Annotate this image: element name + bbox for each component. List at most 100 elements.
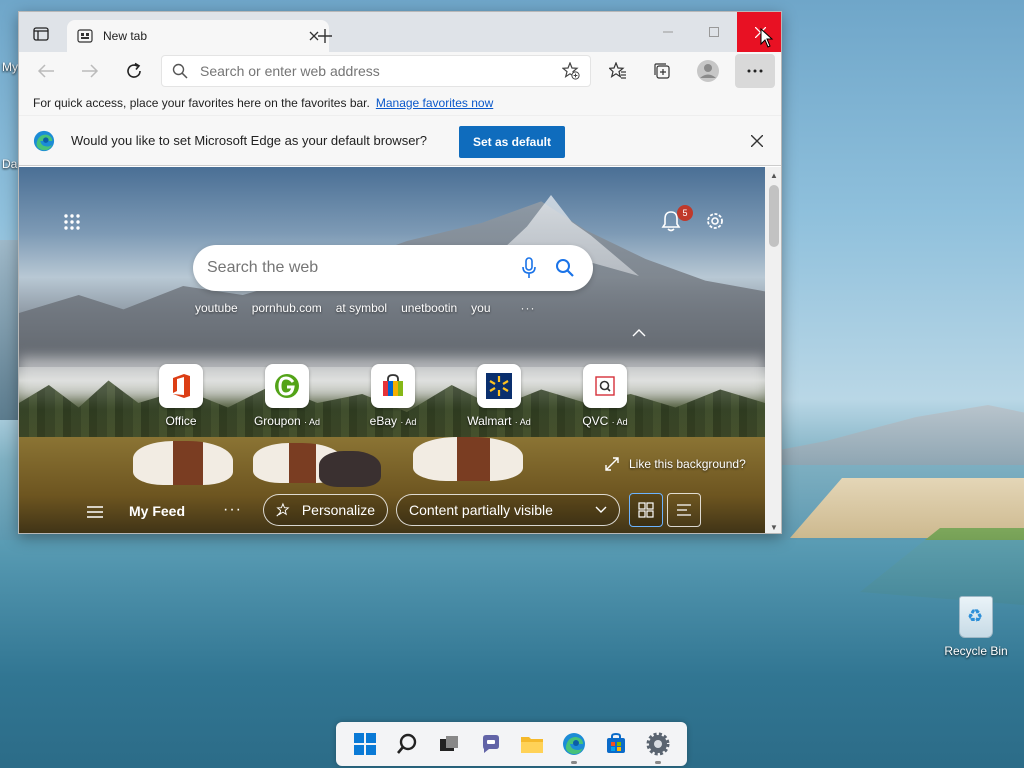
- tile-label: eBay: [369, 414, 397, 428]
- taskbar: [336, 722, 687, 766]
- chevron-down-icon: [595, 506, 607, 513]
- file-explorer-button[interactable]: [516, 728, 548, 760]
- feed-more-button[interactable]: ···: [223, 501, 242, 519]
- favorites-bar-hint: For quick access, place your favorites h…: [33, 95, 370, 110]
- tile-label: Office: [165, 414, 197, 428]
- feed-menu-button[interactable]: [85, 503, 105, 521]
- recent-searches-more-button[interactable]: ···: [521, 301, 536, 315]
- web-search-box[interactable]: [193, 245, 593, 291]
- background-horse: [133, 441, 233, 485]
- ebay-icon: [371, 364, 415, 408]
- edge-icon: [563, 733, 586, 755]
- quick-link-walmart[interactable]: Walmart · Ad: [461, 364, 537, 428]
- profile-button[interactable]: [693, 57, 723, 85]
- collections-button[interactable]: [647, 57, 677, 85]
- refresh-icon: [127, 62, 141, 78]
- recent-search-item[interactable]: at symbol: [336, 301, 387, 315]
- grid-view-button[interactable]: [629, 493, 663, 527]
- recycle-bin-shortcut[interactable]: ♻ Recycle Bin: [940, 596, 1012, 658]
- forward-arrow-icon: [82, 64, 99, 78]
- office-icon: [159, 364, 203, 408]
- settings-and-more-button[interactable]: [735, 54, 775, 88]
- scrollbar-thumb[interactable]: [769, 185, 779, 247]
- like-background-button[interactable]: Like this background?: [605, 457, 746, 471]
- web-search-input[interactable]: [207, 259, 507, 277]
- my-feed-tab[interactable]: My Feed: [129, 503, 185, 519]
- expand-arrows-icon: [605, 457, 619, 471]
- new-tab-page: 5 youtube pornhub.com at symbol unetboot…: [19, 167, 765, 533]
- teams-chat-button[interactable]: [475, 728, 507, 760]
- ad-marker: · Ad: [514, 417, 531, 427]
- desktop-icon-label[interactable]: Da: [2, 157, 17, 171]
- recycle-bin-label: Recycle Bin: [944, 644, 1008, 658]
- edge-taskbar-button[interactable]: [558, 728, 590, 764]
- scroll-down-arrow-icon[interactable]: ▼: [769, 522, 779, 532]
- scroll-up-arrow-icon[interactable]: ▲: [769, 170, 779, 180]
- dismiss-infobar-button[interactable]: [747, 131, 767, 151]
- tab-new-tab[interactable]: New tab: [67, 20, 329, 52]
- search-icon: [172, 63, 188, 79]
- more-horizontal-icon: [747, 69, 763, 73]
- notification-count-badge: 5: [677, 205, 693, 221]
- minimize-button[interactable]: [645, 12, 691, 52]
- new-tab-button[interactable]: [311, 22, 339, 50]
- quick-link-qvc[interactable]: QVC · Ad: [567, 364, 643, 428]
- recent-searches: youtube pornhub.com at symbol unetbootin…: [195, 301, 536, 315]
- favorites-bar: For quick access, place your favorites h…: [19, 90, 781, 116]
- content-visibility-dropdown[interactable]: Content partially visible: [396, 494, 620, 526]
- navigation-toolbar: [19, 52, 781, 90]
- list-view-button[interactable]: [667, 493, 701, 527]
- recycle-bin-icon: ♻: [959, 596, 993, 638]
- minimize-icon: [663, 31, 673, 33]
- back-button[interactable]: [31, 57, 61, 85]
- refresh-button[interactable]: [119, 57, 149, 85]
- quick-link-office[interactable]: Office: [143, 364, 219, 428]
- manage-favorites-link[interactable]: Manage favorites now: [376, 96, 493, 110]
- feed-bar: My Feed ··· Personalize Content partiall…: [19, 489, 765, 533]
- task-view-button[interactable]: [433, 728, 465, 760]
- recent-search-item[interactable]: pornhub.com: [252, 301, 322, 315]
- default-browser-infobar: Would you like to set Microsoft Edge as …: [19, 116, 781, 166]
- qvc-icon: [583, 364, 627, 408]
- tab-title: New tab: [103, 29, 148, 43]
- personalize-button[interactable]: Personalize: [263, 494, 388, 526]
- web-search-submit-button[interactable]: [551, 254, 579, 282]
- taskbar-search-button[interactable]: [391, 728, 423, 760]
- content-visibility-label: Content partially visible: [409, 502, 553, 518]
- wallpaper-left-edge: [0, 240, 20, 420]
- quick-link-groupon[interactable]: Groupon · Ad: [249, 364, 325, 428]
- start-button[interactable]: [349, 728, 381, 760]
- recent-search-item[interactable]: youtube: [195, 301, 238, 315]
- store-button[interactable]: [600, 728, 632, 760]
- page-scrollbar[interactable]: ▲ ▼: [765, 167, 781, 533]
- background-horse: [319, 451, 381, 487]
- voice-search-button[interactable]: [515, 254, 543, 282]
- favorites-button[interactable]: [603, 57, 633, 85]
- close-icon: [751, 135, 763, 147]
- recent-search-item[interactable]: unetbootin: [401, 301, 457, 315]
- search-icon: [556, 259, 574, 277]
- quick-link-ebay[interactable]: eBay · Ad: [355, 364, 431, 428]
- tab-actions-button[interactable]: [27, 21, 55, 47]
- tab-actions-icon: [33, 27, 49, 41]
- app-grid-icon: [64, 214, 80, 230]
- settings-taskbar-button[interactable]: [642, 728, 674, 764]
- like-background-label: Like this background?: [629, 457, 746, 471]
- app-launcher-button[interactable]: [61, 211, 83, 233]
- microphone-icon: [522, 257, 536, 278]
- edge-logo-icon: [33, 130, 55, 151]
- background-horse: [413, 437, 523, 481]
- mouse-cursor-icon: [760, 28, 774, 48]
- set-as-default-button[interactable]: Set as default: [459, 126, 565, 158]
- address-input[interactable]: [200, 63, 562, 79]
- desktop-icon-label[interactable]: My: [2, 60, 18, 74]
- maximize-button[interactable]: [691, 12, 737, 52]
- address-bar[interactable]: [161, 55, 591, 87]
- page-settings-button[interactable]: [703, 209, 727, 233]
- collections-icon: [654, 63, 670, 79]
- recent-search-item[interactable]: you: [471, 301, 490, 315]
- add-favorite-icon[interactable]: [562, 62, 580, 80]
- chevron-up-icon[interactable]: [631, 327, 647, 339]
- forward-button[interactable]: [75, 57, 105, 85]
- tab-strip: New tab: [19, 12, 781, 52]
